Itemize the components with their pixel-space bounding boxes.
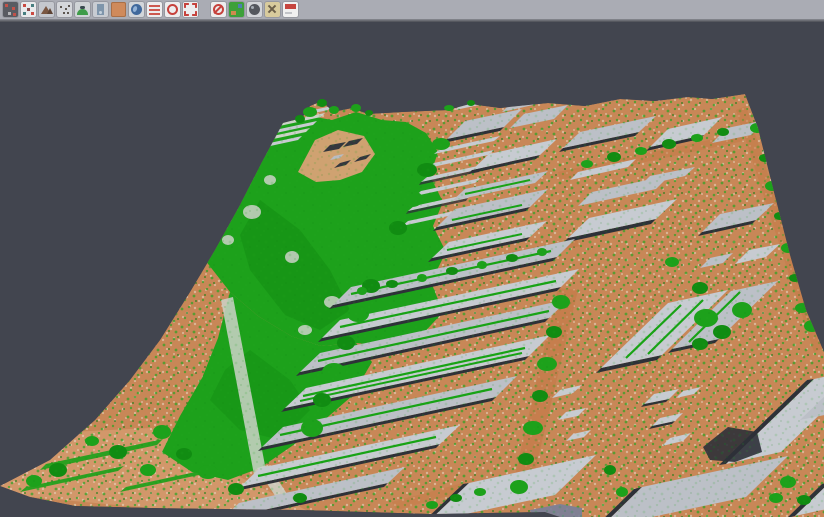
toolbar-points-icon[interactable] <box>57 2 72 17</box>
toolbar <box>0 0 824 19</box>
app-window <box>0 0 824 517</box>
toolbar-vegetation-icon[interactable] <box>75 2 90 17</box>
toolbar-orthophoto-icon[interactable] <box>111 2 126 17</box>
toolbar-target-icon[interactable] <box>165 2 180 17</box>
toolbar-selection-icon[interactable] <box>183 2 198 17</box>
toolbar-flag-icon[interactable] <box>283 2 298 17</box>
toolbar-classified-map-icon[interactable] <box>229 2 244 17</box>
toolbar-classification-icon[interactable] <box>21 2 36 17</box>
toolbar-sphere-icon[interactable] <box>247 2 262 17</box>
toolbar-seam <box>0 19 824 22</box>
toolbar-globe-icon[interactable] <box>129 2 144 17</box>
toolbar-clip-icon[interactable] <box>211 2 226 17</box>
toolbar-measure-icon[interactable] <box>265 2 280 17</box>
point-cloud-scene <box>0 0 824 517</box>
toolbar-profile-icon[interactable] <box>93 2 108 17</box>
viewport-3d[interactable] <box>0 0 824 517</box>
toolbar-group-divider <box>201 9 208 10</box>
toolbar-layers-icon[interactable] <box>147 2 162 17</box>
toolbar-terrain-icon[interactable] <box>39 2 54 17</box>
toolbar-point-noise-icon[interactable] <box>3 2 18 17</box>
